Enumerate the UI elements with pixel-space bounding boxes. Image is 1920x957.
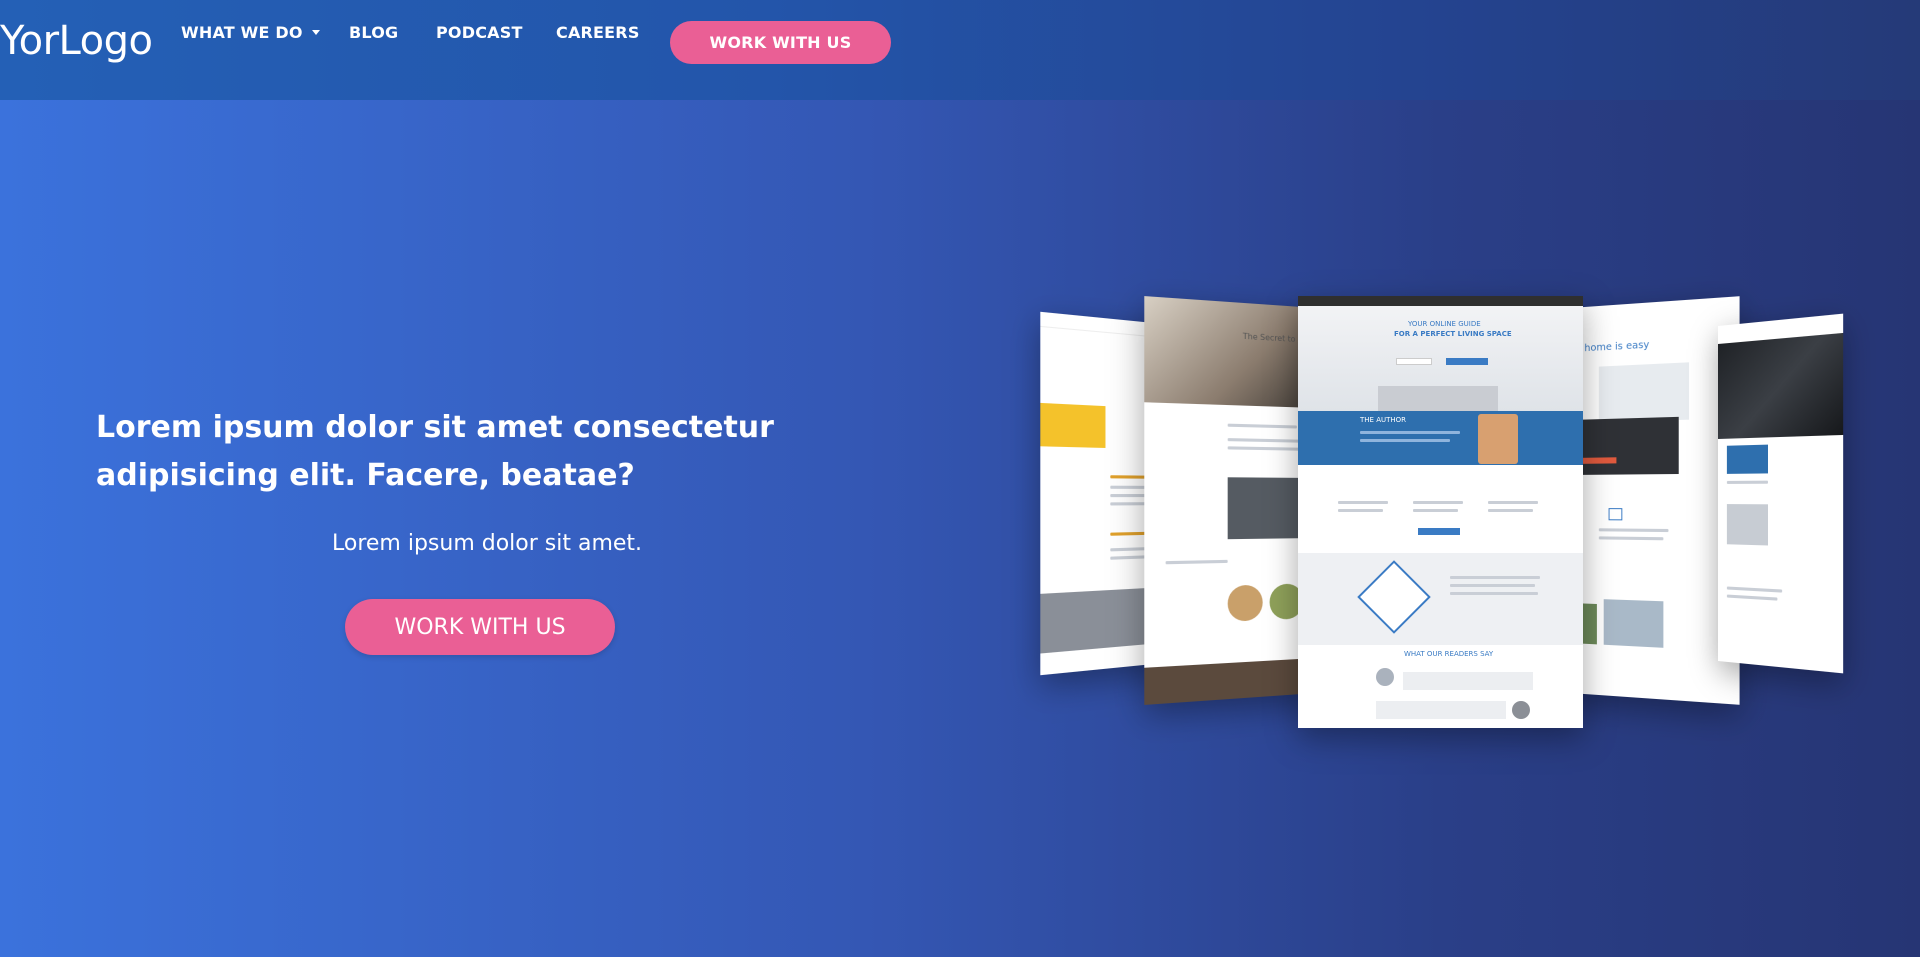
- nav-what-we-do[interactable]: WHAT WE DO: [181, 23, 320, 42]
- mockup-sheet-home: home is easy: [1570, 296, 1740, 705]
- hero-title: Lorem ipsum dolor sit amet consectetur a…: [96, 410, 774, 493]
- nav-what-we-do-label: WHAT WE DO: [181, 23, 303, 42]
- website-mockups-image: The Secret to Fresh YOUR ONLINE GUIDE FO…: [1030, 290, 1850, 750]
- caret-down-icon: [311, 30, 320, 35]
- hero-work-with-us-button[interactable]: WORK WITH US: [345, 599, 615, 655]
- mockup-author-label: THE AUTHOR: [1360, 416, 1407, 424]
- nav-blog[interactable]: BLOG: [349, 23, 398, 42]
- nav-careers[interactable]: CAREERS: [556, 23, 640, 42]
- mockup-readers-label: WHAT OUR READERS SAY: [1404, 650, 1494, 658]
- mockup-right-heading: home is easy: [1584, 339, 1650, 355]
- mockup-sheet-living-space: YOUR ONLINE GUIDE FOR A PERFECT LIVING S…: [1298, 296, 1583, 728]
- nav-work-with-us-button[interactable]: WORK WITH US: [670, 21, 891, 64]
- mockup-sheet-restaurant: The Secret to Fresh: [1144, 296, 1316, 705]
- nav-podcast[interactable]: PODCAST: [436, 23, 523, 42]
- hero-subtitle: Lorem ipsum dolor sit amet.: [332, 531, 643, 556]
- mockup-sheet-tires: [1718, 313, 1844, 674]
- top-navbar: YorLogo WHAT WE DO BLOG PODCAST CAREERS …: [0, 0, 1920, 100]
- site-logo[interactable]: YorLogo: [0, 18, 153, 64]
- mockup-center-heading-2: FOR A PERFECT LIVING SPACE: [1394, 330, 1512, 338]
- mockup-center-heading-1: YOUR ONLINE GUIDE: [1408, 320, 1481, 328]
